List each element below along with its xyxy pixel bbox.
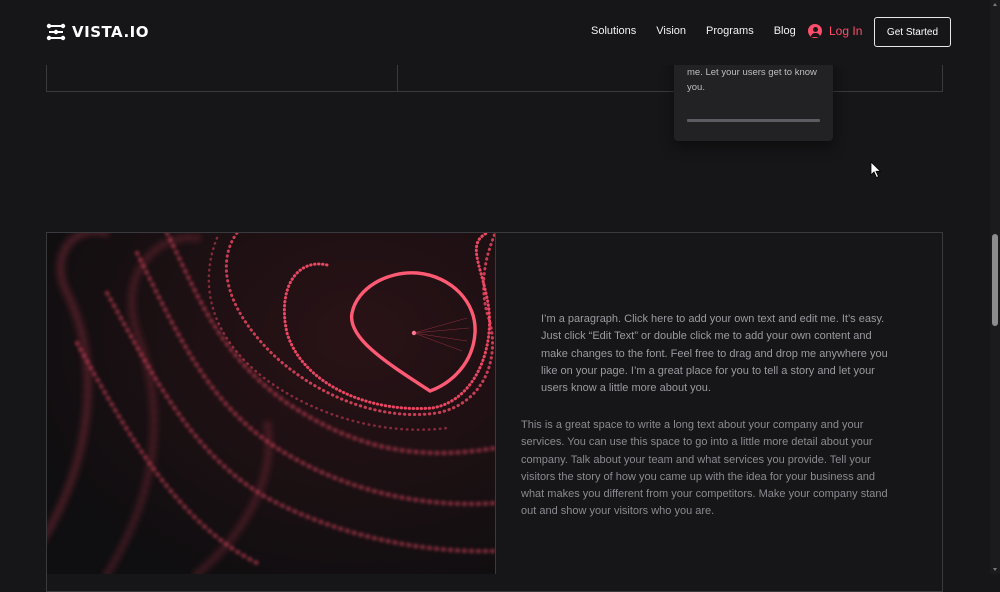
nav-item-programs[interactable]: Programs [706,25,754,37]
login-button[interactable]: Log In [808,24,862,38]
card-text: me. Let your users get to know you. [687,67,817,93]
paragraph-company: This is a great space to write a long te… [521,419,888,518]
brand-name: VISTA.IO [72,23,149,41]
nav-item-solutions[interactable]: Solutions [591,25,636,37]
login-label: Log In [829,24,863,38]
scroll-down-arrow-icon[interactable] [993,568,997,571]
scrollbar-thumb[interactable] [992,234,998,326]
scroll-up-arrow-icon[interactable] [993,3,997,6]
logo[interactable]: VISTA.IO [46,22,149,42]
user-circle-icon [808,24,822,38]
card-bar [687,119,820,122]
column-divider [397,65,398,92]
get-started-button[interactable]: Get Started [874,17,951,47]
floating-card: me. Let your users get to know you. [674,55,833,141]
connected-nodes-icon [46,23,66,41]
nav-item-vision[interactable]: Vision [656,25,686,37]
particle-wave-image [47,233,496,574]
mouse-cursor-icon [870,161,882,179]
nav-item-blog[interactable]: Blog [774,25,796,37]
paragraph-intro: I’m a paragraph. Click here to add your … [541,313,888,395]
particle-wave-graphic [47,233,495,574]
site-header: VISTA.IO Solutions Vision Programs Blog … [0,0,990,65]
page-scrollbar[interactable] [990,0,1000,574]
main-nav: Solutions Vision Programs Blog [591,25,816,37]
